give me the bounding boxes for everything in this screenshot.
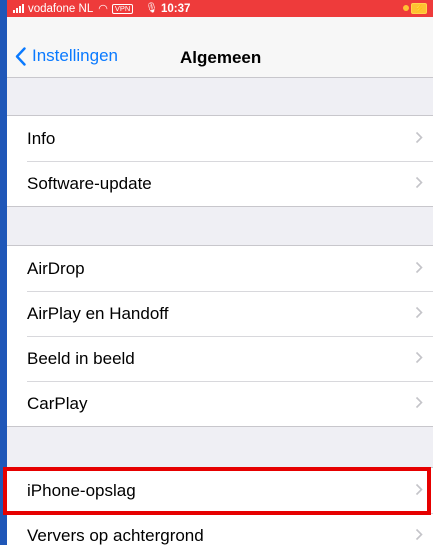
list-item-label: AirPlay en Handoff xyxy=(27,303,169,323)
status-bar: vodafone NL ◠ VPN 🎙 10:37 ⚡ xyxy=(7,0,433,17)
chevron-right-icon xyxy=(415,483,423,496)
list-item-label: Ververs op achtergrond xyxy=(27,525,204,545)
chevron-right-icon xyxy=(415,351,423,364)
chevron-right-icon xyxy=(415,528,423,541)
settings-group-about: Info Software-update xyxy=(7,115,433,207)
list-item-label: AirDrop xyxy=(27,258,85,278)
page-title: Algemeen xyxy=(180,48,262,67)
list-item-info[interactable]: Info xyxy=(7,116,433,161)
chevron-right-icon xyxy=(415,261,423,274)
list-item-background-refresh[interactable]: Ververs op achtergrond xyxy=(7,513,433,545)
signal-icon xyxy=(13,4,24,13)
list-item-airplay-handoff[interactable]: AirPlay en Handoff xyxy=(7,291,433,336)
list-item-airdrop[interactable]: AirDrop xyxy=(7,246,433,291)
list-item-iphone-storage[interactable]: iPhone-opslag xyxy=(7,468,433,513)
list-item-carplay[interactable]: CarPlay xyxy=(7,381,433,426)
chevron-right-icon xyxy=(415,176,423,189)
wifi-icon: ◠ xyxy=(98,3,108,15)
list-item-label: CarPlay xyxy=(27,393,88,413)
chevron-right-icon xyxy=(415,131,423,144)
back-button[interactable]: Instellingen xyxy=(15,46,118,66)
navigation-bar: Instellingen Algemeen xyxy=(7,17,433,78)
settings-group-connectivity: AirDrop AirPlay en Handoff Beeld in beel… xyxy=(7,245,433,427)
list-item-picture-in-picture[interactable]: Beeld in beeld xyxy=(7,336,433,381)
settings-screen: vodafone NL ◠ VPN 🎙 10:37 ⚡ Instellingen… xyxy=(7,0,433,545)
clock-time: 10:37 xyxy=(160,2,191,15)
recording-dot-icon xyxy=(403,5,409,11)
microphone-icon: 🎙 xyxy=(145,3,158,14)
battery-icon: ⚡ xyxy=(411,3,427,14)
list-item-software-update[interactable]: Software-update xyxy=(7,161,433,206)
list-item-label: Beeld in beeld xyxy=(27,348,135,368)
chevron-right-icon xyxy=(415,396,423,409)
chevron-right-icon xyxy=(415,306,423,319)
list-item-label: iPhone-opslag xyxy=(27,480,136,500)
settings-group-storage: iPhone-opslag Ververs op achtergrond xyxy=(7,467,433,545)
list-item-label: Software-update xyxy=(27,173,152,193)
list-item-label: Info xyxy=(27,128,56,148)
vpn-badge: VPN xyxy=(111,3,134,14)
chevron-left-icon xyxy=(15,46,26,66)
carrier-name: vodafone NL xyxy=(28,2,94,15)
back-button-label: Instellingen xyxy=(32,46,119,65)
